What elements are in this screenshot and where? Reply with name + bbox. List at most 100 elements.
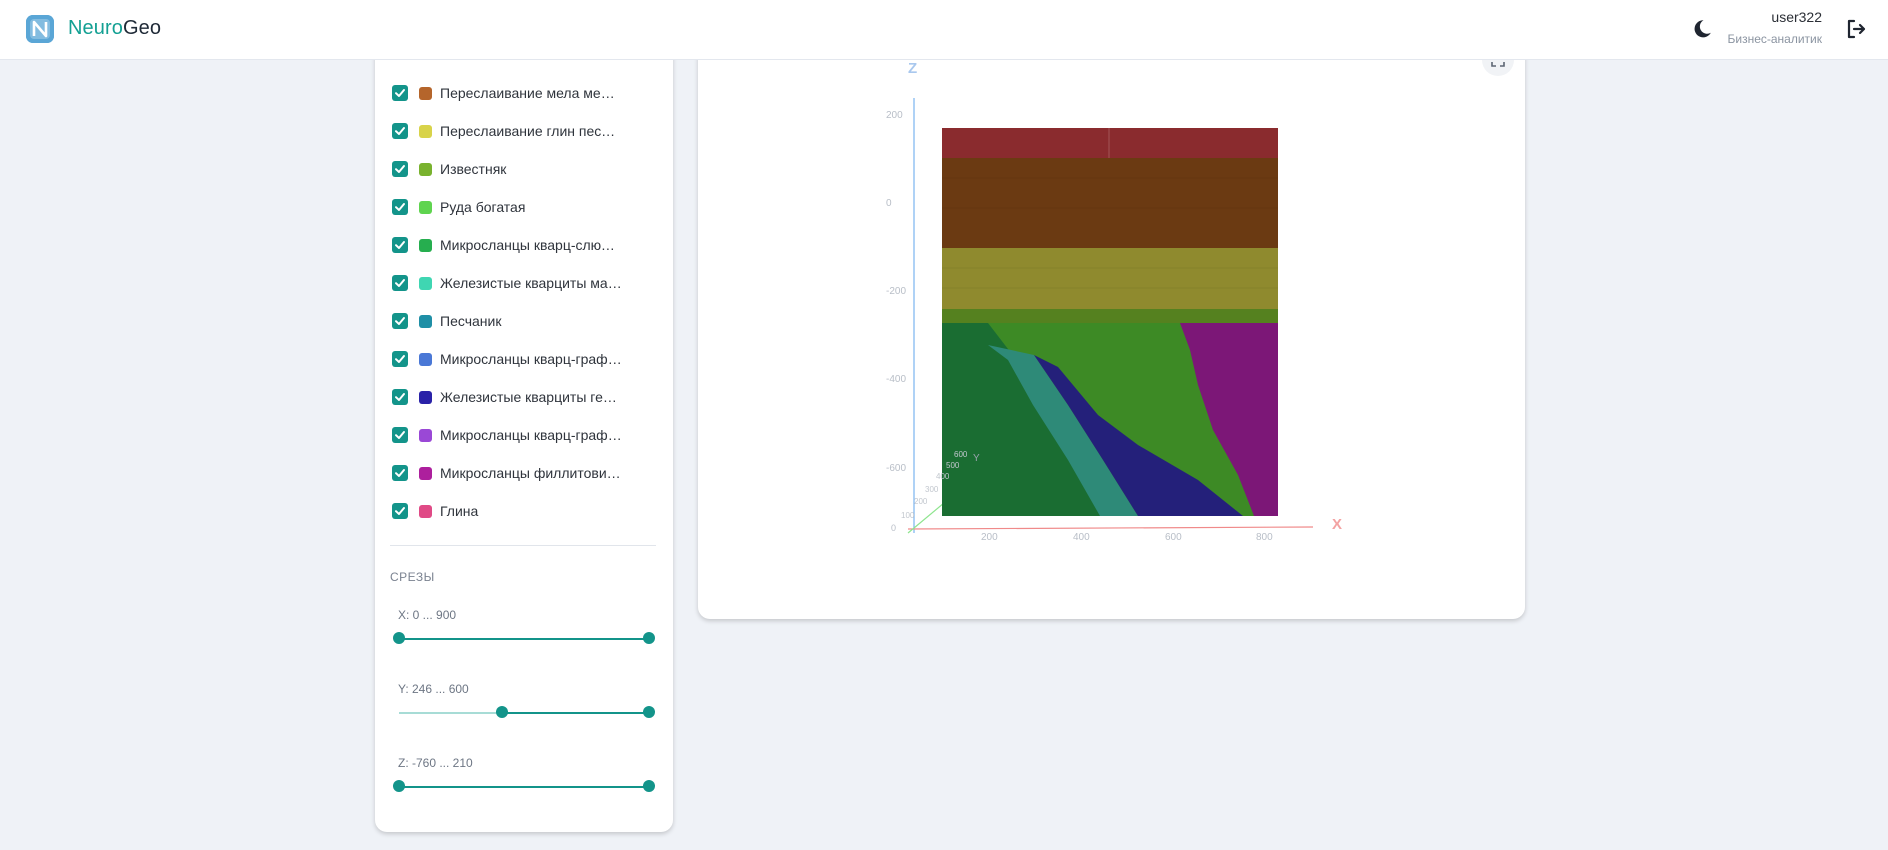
layer-item[interactable]: Переслаивание мела мергелей	[392, 81, 662, 105]
z-tick-label: 0	[886, 198, 892, 209]
x-axis-label: X	[1332, 516, 1343, 533]
layer-color-swatch	[419, 390, 432, 404]
layer-label: Переслаивание глин песчаников	[440, 123, 622, 139]
geology-3d-scene[interactable]	[698, 20, 1525, 619]
layer-color-swatch	[419, 200, 432, 214]
layer-block-mel	[942, 158, 1278, 248]
layer-block-top	[942, 128, 1278, 158]
layer-label: Железистые кварциты гематитовые	[440, 389, 622, 405]
layer-checkbox[interactable]	[392, 275, 408, 291]
x-tick-label: 800	[1256, 532, 1273, 543]
slider-min-thumb[interactable]	[393, 780, 405, 792]
x-tick-label: 600	[1165, 532, 1182, 543]
brand-part-2: Geo	[122, 17, 162, 39]
layer-label: Железистые кварциты магнетитовые	[440, 275, 622, 291]
layer-color-swatch	[419, 276, 432, 290]
layers-panel: Переслаивание мела мергелей Переслаивание…	[375, 20, 673, 832]
slice-y-label: Y: 246 ... 600	[398, 682, 469, 696]
layer-color-swatch	[419, 86, 432, 100]
theme-toggle-moon-icon[interactable]	[1690, 17, 1714, 41]
z-axis-label: Z	[908, 60, 918, 77]
layer-checkbox[interactable]	[392, 313, 408, 329]
layer-item[interactable]: Песчаник	[392, 309, 662, 333]
layer-item[interactable]: Железистые кварциты гематитовые	[392, 385, 662, 409]
layer-label: Глина	[440, 503, 479, 519]
layer-block-limestone	[942, 309, 1278, 323]
x-tick-label: 400	[1073, 532, 1090, 543]
layer-label: Микросланцы кварц-слюдистые	[440, 237, 622, 253]
layer-label: Переслаивание мела мергелей	[440, 85, 622, 101]
layer-checkbox[interactable]	[392, 427, 408, 443]
layer-color-swatch	[419, 466, 432, 480]
slider-max-thumb[interactable]	[643, 632, 655, 644]
slider-min-thumb[interactable]	[393, 632, 405, 644]
layer-checkbox[interactable]	[392, 123, 408, 139]
app-brand[interactable]: NeuroGeo	[68, 17, 161, 40]
layer-item[interactable]: Руда богатая	[392, 195, 662, 219]
slider-range-fill	[399, 638, 649, 640]
origin-tick-label: 0	[891, 523, 897, 533]
layer-item[interactable]: Известняк	[392, 157, 662, 181]
y-tick-label: 100	[901, 511, 915, 520]
slice-z-label: Z: -760 ... 210	[398, 756, 473, 770]
layer-item[interactable]: Глина	[392, 499, 662, 523]
layer-color-swatch	[419, 162, 432, 176]
user-name: user322	[1771, 9, 1822, 25]
layer-label: Песчаник	[440, 313, 502, 329]
layer-label: Микросланцы филлитовидные	[440, 465, 622, 481]
slider-max-thumb[interactable]	[643, 706, 655, 718]
layer-block-clay-sand	[942, 248, 1278, 309]
layer-item[interactable]: Микросланцы кварц-графит-слюдистые	[392, 423, 662, 447]
slider-min-thumb[interactable]	[495, 706, 508, 718]
layer-item[interactable]: Микросланцы кварц-графитовые	[392, 347, 662, 371]
y-axis-label: Y	[973, 453, 980, 464]
slider-range-fill	[501, 712, 649, 714]
layer-color-swatch	[419, 428, 432, 442]
panel-divider	[390, 545, 656, 546]
layer-color-swatch	[419, 238, 432, 252]
y-tick-label: 300	[925, 485, 939, 494]
layer-checkbox[interactable]	[392, 237, 408, 253]
layer-label: Руда богатая	[440, 199, 526, 215]
slider-range-fill	[399, 786, 649, 788]
y-tick-label: 500	[946, 461, 960, 470]
logout-icon[interactable]	[1844, 17, 1868, 41]
y-tick-label: 600	[954, 450, 968, 459]
z-tick-label: -200	[886, 286, 907, 297]
layer-checkbox[interactable]	[392, 199, 408, 215]
layer-label: Микросланцы кварц-графитовые	[440, 351, 622, 367]
layer-checkbox[interactable]	[392, 161, 408, 177]
layer-label: Микросланцы кварц-графит-слюдистые	[440, 427, 622, 443]
layer-color-swatch	[419, 124, 432, 138]
z-tick-label: 200	[886, 110, 903, 121]
y-tick-label: 400	[936, 472, 950, 481]
layer-color-swatch	[419, 352, 432, 366]
user-role: Бизнес-аналитик	[1727, 32, 1822, 46]
z-tick-label: -400	[886, 374, 907, 385]
slider-max-thumb[interactable]	[643, 780, 655, 792]
top-bar: NeuroGeo user322 Бизнес-аналитик	[0, 0, 1888, 60]
y-tick-label: 200	[914, 497, 928, 506]
slice-y-slider[interactable]	[399, 706, 655, 720]
layer-item[interactable]: Микросланцы филлитовидные	[392, 461, 662, 485]
layer-checkbox[interactable]	[392, 465, 408, 481]
layer-checkbox[interactable]	[392, 351, 408, 367]
app-logo-icon[interactable]	[26, 15, 54, 43]
slice-x-label: X: 0 ... 900	[398, 608, 457, 622]
slice-x-slider[interactable]	[393, 632, 655, 646]
slices-section-title: СРЕЗЫ	[390, 570, 435, 584]
layer-checkbox[interactable]	[392, 389, 408, 405]
z-tick-label: -600	[886, 463, 907, 474]
layer-label: Известняк	[440, 161, 507, 177]
layer-color-swatch	[419, 504, 432, 518]
layer-checkbox[interactable]	[392, 503, 408, 519]
layer-checkbox[interactable]	[392, 85, 408, 101]
brand-part-1: Neuro	[68, 17, 123, 39]
layer-item[interactable]: Микросланцы кварц-слюдистые	[392, 233, 662, 257]
layer-color-swatch	[419, 314, 432, 328]
layer-item[interactable]: Железистые кварциты магнетитовые	[392, 271, 662, 295]
model-viewer-3d[interactable]: Z X Y 200 0 -200 -400 -600 200 400 600 800 100 2…	[698, 20, 1525, 619]
layer-item[interactable]: Переслаивание глин песчаников	[392, 119, 662, 143]
slice-z-slider[interactable]	[393, 780, 655, 794]
x-axis-line	[907, 526, 1314, 530]
